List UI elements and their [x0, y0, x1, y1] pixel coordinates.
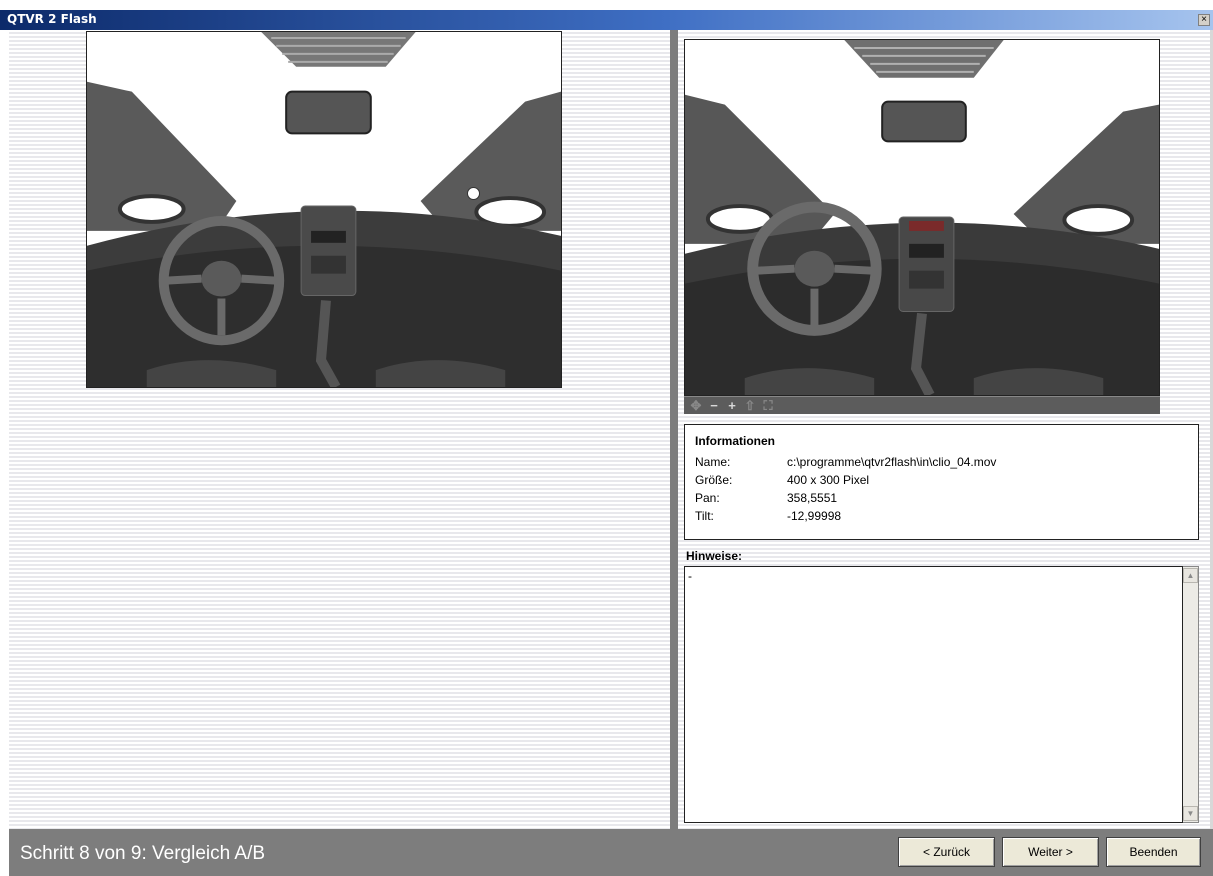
next-button[interactable]: Weiter >	[1002, 837, 1099, 867]
pan-icon[interactable]: ✥	[688, 398, 704, 413]
info-value: -12,99998	[787, 509, 842, 523]
finish-button[interactable]: Beenden	[1106, 837, 1201, 867]
step-indicator: Schritt 8 von 9: Vergleich A/B	[20, 843, 266, 864]
info-value: 400 x 300 Pixel	[787, 473, 870, 487]
info-value: c:\programme\qtvr2flash\in\clio_04.mov	[787, 455, 997, 469]
car-interior-image-a	[87, 32, 561, 387]
info-value: 358,5551	[787, 491, 838, 505]
wizard-footer: Schritt 8 von 9: Vergleich A/B < Zurück …	[9, 829, 1213, 876]
info-key: Pan:	[695, 491, 720, 505]
info-key: Name:	[695, 455, 731, 469]
scroll-up-icon[interactable]: ▲	[1183, 568, 1198, 583]
hints-scrollbar[interactable]: ▲ ▼	[1183, 566, 1199, 823]
fullscreen-icon[interactable]: ⛶	[760, 398, 776, 413]
info-key: Tilt:	[695, 509, 714, 523]
info-key: Größe:	[695, 473, 733, 487]
zoom-out-icon[interactable]: −	[706, 398, 722, 413]
panorama-view-b[interactable]	[684, 39, 1160, 396]
info-title: Informationen	[695, 434, 775, 448]
info-panel: Informationen Name: c:\programme\qtvr2fl…	[684, 424, 1199, 540]
window-title: QTVR 2 Flash	[7, 12, 97, 26]
back-button[interactable]: < Zurück	[898, 837, 995, 867]
close-icon[interactable]: ×	[1198, 14, 1210, 26]
car-interior-image-b	[685, 40, 1159, 395]
scroll-down-icon[interactable]: ▼	[1183, 806, 1198, 821]
panorama-view-a[interactable]	[86, 31, 562, 388]
pane-divider[interactable]	[670, 30, 678, 829]
hints-label: Hinweise:	[686, 549, 743, 563]
zoom-in-icon[interactable]: +	[724, 398, 740, 413]
qtvr-controller: ✥ − + ⇧ ⛶	[684, 396, 1160, 414]
window-titlebar: QTVR 2 Flash ×	[0, 10, 1213, 30]
hotspot-marker[interactable]	[467, 187, 480, 200]
hotspot-icon[interactable]: ⇧	[742, 398, 758, 413]
hints-textarea[interactable]: -	[684, 566, 1183, 823]
